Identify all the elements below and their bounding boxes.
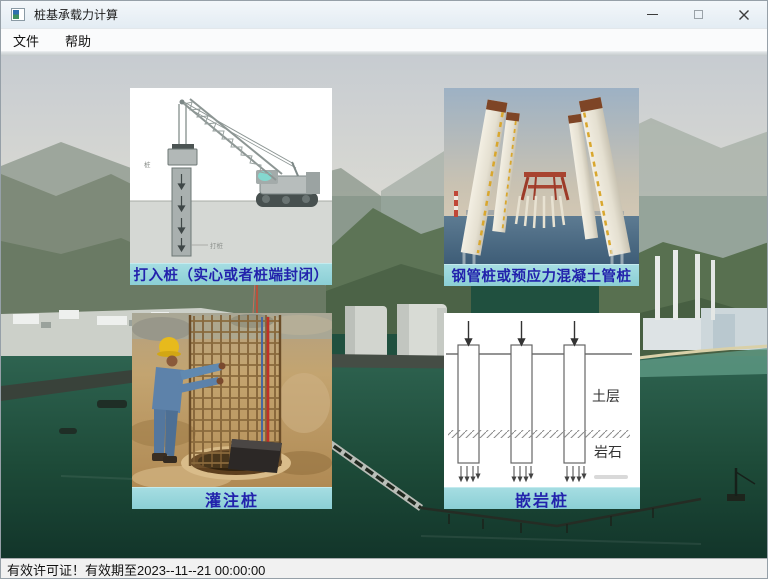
- menu-help[interactable]: 帮助: [62, 30, 94, 51]
- cast-in-place-pile-photo: [132, 313, 332, 487]
- menu-file[interactable]: 文件: [10, 30, 42, 51]
- app-icon: [11, 8, 25, 21]
- caption-rock-socketed-pile: 嵌岩桩: [444, 487, 640, 509]
- close-icon: [738, 9, 750, 21]
- diagram-watermark: [594, 475, 628, 479]
- panel-rock-socketed-pile[interactable]: 土层 岩石: [444, 313, 640, 509]
- caption-steel-pipe-pile: 钢管桩或预应力混凝土管桩: [444, 264, 639, 286]
- app-window: 桩基承载力计算 文件 帮助: [0, 0, 768, 579]
- panel-cast-in-place-pile[interactable]: 灌注桩: [132, 313, 332, 509]
- rock-diagram-rock-label: 岩石: [594, 444, 622, 460]
- maximize-icon: [694, 10, 703, 19]
- rock-diagram-soil-label: 土层: [592, 388, 620, 404]
- license-status-text: 有效许可证！有效期至2023--11--21 00:00:00: [7, 560, 265, 579]
- title-bar: 桩基承载力计算: [1, 1, 767, 29]
- minimize-icon: [647, 14, 658, 15]
- panel-steel-pipe-pile[interactable]: 钢管桩或预应力混凝土管桩: [444, 88, 639, 286]
- status-bar: 有效许可证！有效期至2023--11--21 00:00:00: [1, 558, 767, 579]
- background-photo: [1, 56, 768, 558]
- rock-socketed-pile-diagram: 土层 岩石: [444, 313, 640, 487]
- maximize-button[interactable]: [675, 1, 721, 28]
- driven-diagram-drive-label: 打桩: [210, 241, 224, 250]
- driven-pile-diagram: 桩 打桩: [130, 88, 332, 263]
- menu-bar: 文件 帮助: [1, 29, 767, 51]
- window-controls: [629, 1, 767, 28]
- main-area: 桩 打桩 打入桩（实心或者桩端封闭）: [1, 56, 768, 558]
- window-title: 桩基承载力计算: [34, 6, 118, 23]
- panel-driven-pile[interactable]: 桩 打桩 打入桩（实心或者桩端封闭）: [130, 88, 332, 285]
- driven-diagram-pile-label: 桩: [144, 160, 151, 169]
- close-button[interactable]: [721, 1, 767, 28]
- caption-cast-in-place-pile: 灌注桩: [132, 487, 332, 509]
- steel-pipe-pile-photo: [444, 88, 639, 264]
- caption-driven-pile: 打入桩（实心或者桩端封闭）: [130, 263, 332, 285]
- minimize-button[interactable]: [629, 1, 675, 28]
